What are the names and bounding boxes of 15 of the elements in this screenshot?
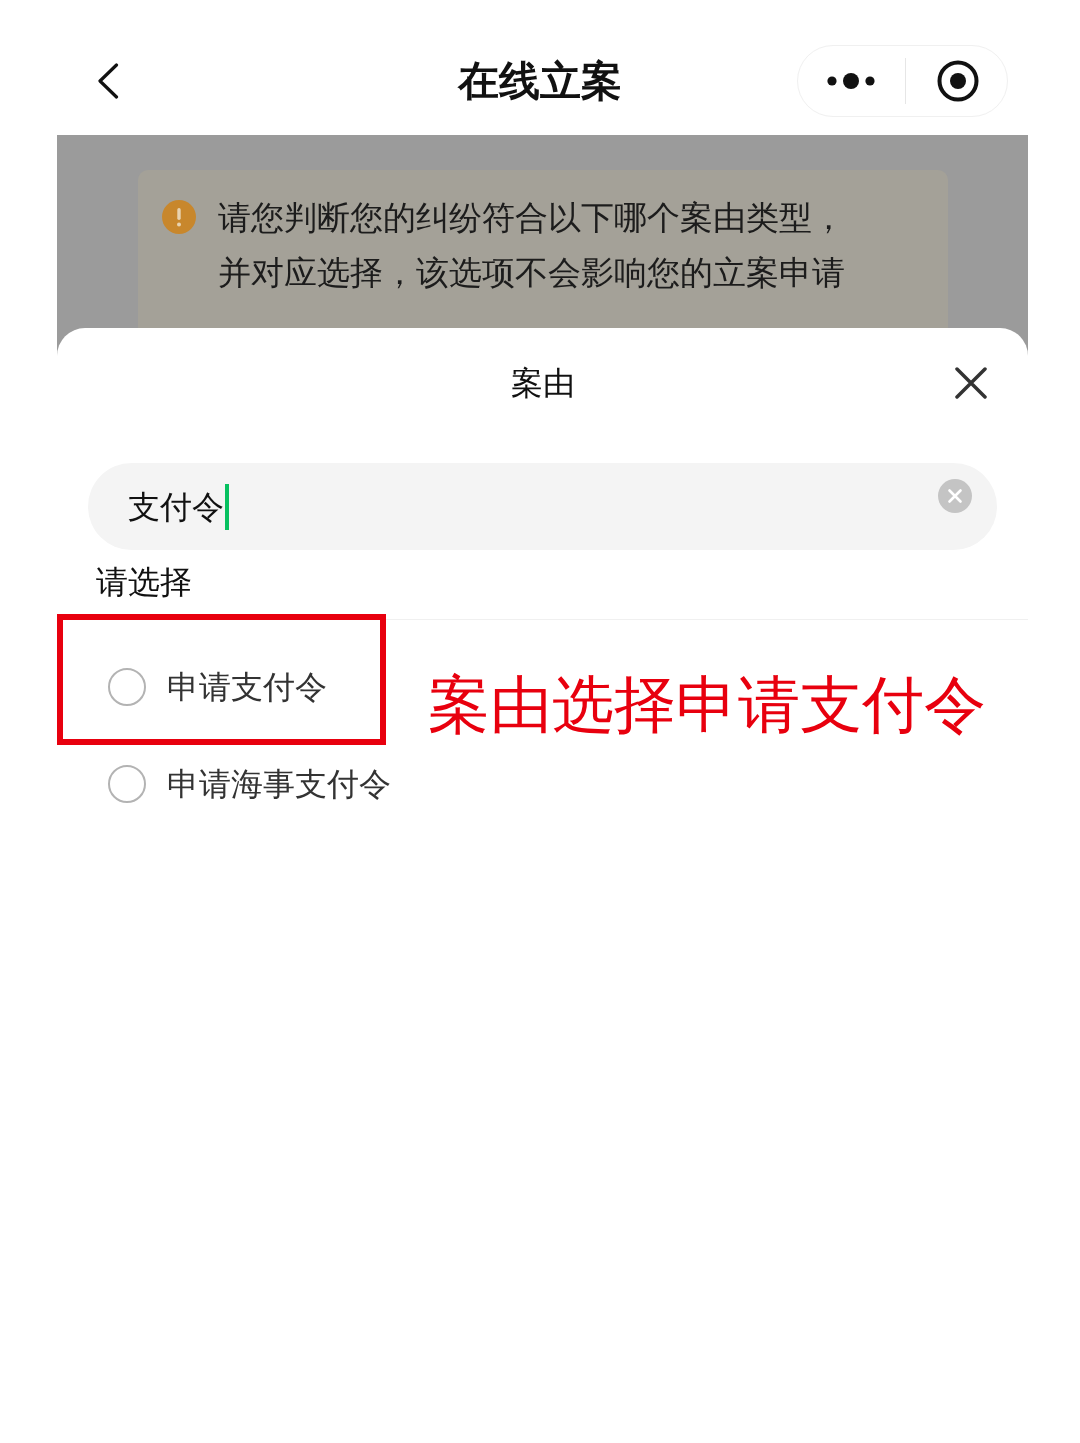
section-label: 请选择 xyxy=(96,563,192,601)
more-icon[interactable] xyxy=(827,71,875,90)
radio-icon[interactable] xyxy=(108,668,146,706)
annotation-text: 案由选择申请支付令 xyxy=(428,669,986,741)
radio-icon[interactable] xyxy=(108,765,146,803)
search-field[interactable]: 支付令 xyxy=(88,463,997,550)
sheet-title: 案由 xyxy=(510,363,575,403)
notice-text: 请您判断您的纠纷符合以下哪个案由类型，并对应选择，该选项不会影响您的立案申请 xyxy=(218,197,846,294)
close-icon[interactable] xyxy=(955,367,987,399)
target-icon[interactable] xyxy=(937,59,979,102)
warning-icon xyxy=(162,200,196,234)
back-icon[interactable] xyxy=(97,62,119,99)
page-title: 在线立案 xyxy=(458,55,622,106)
radio-option[interactable]: 申请支付令 xyxy=(108,667,327,707)
radio-option[interactable]: 申请海事支付令 xyxy=(108,764,391,804)
